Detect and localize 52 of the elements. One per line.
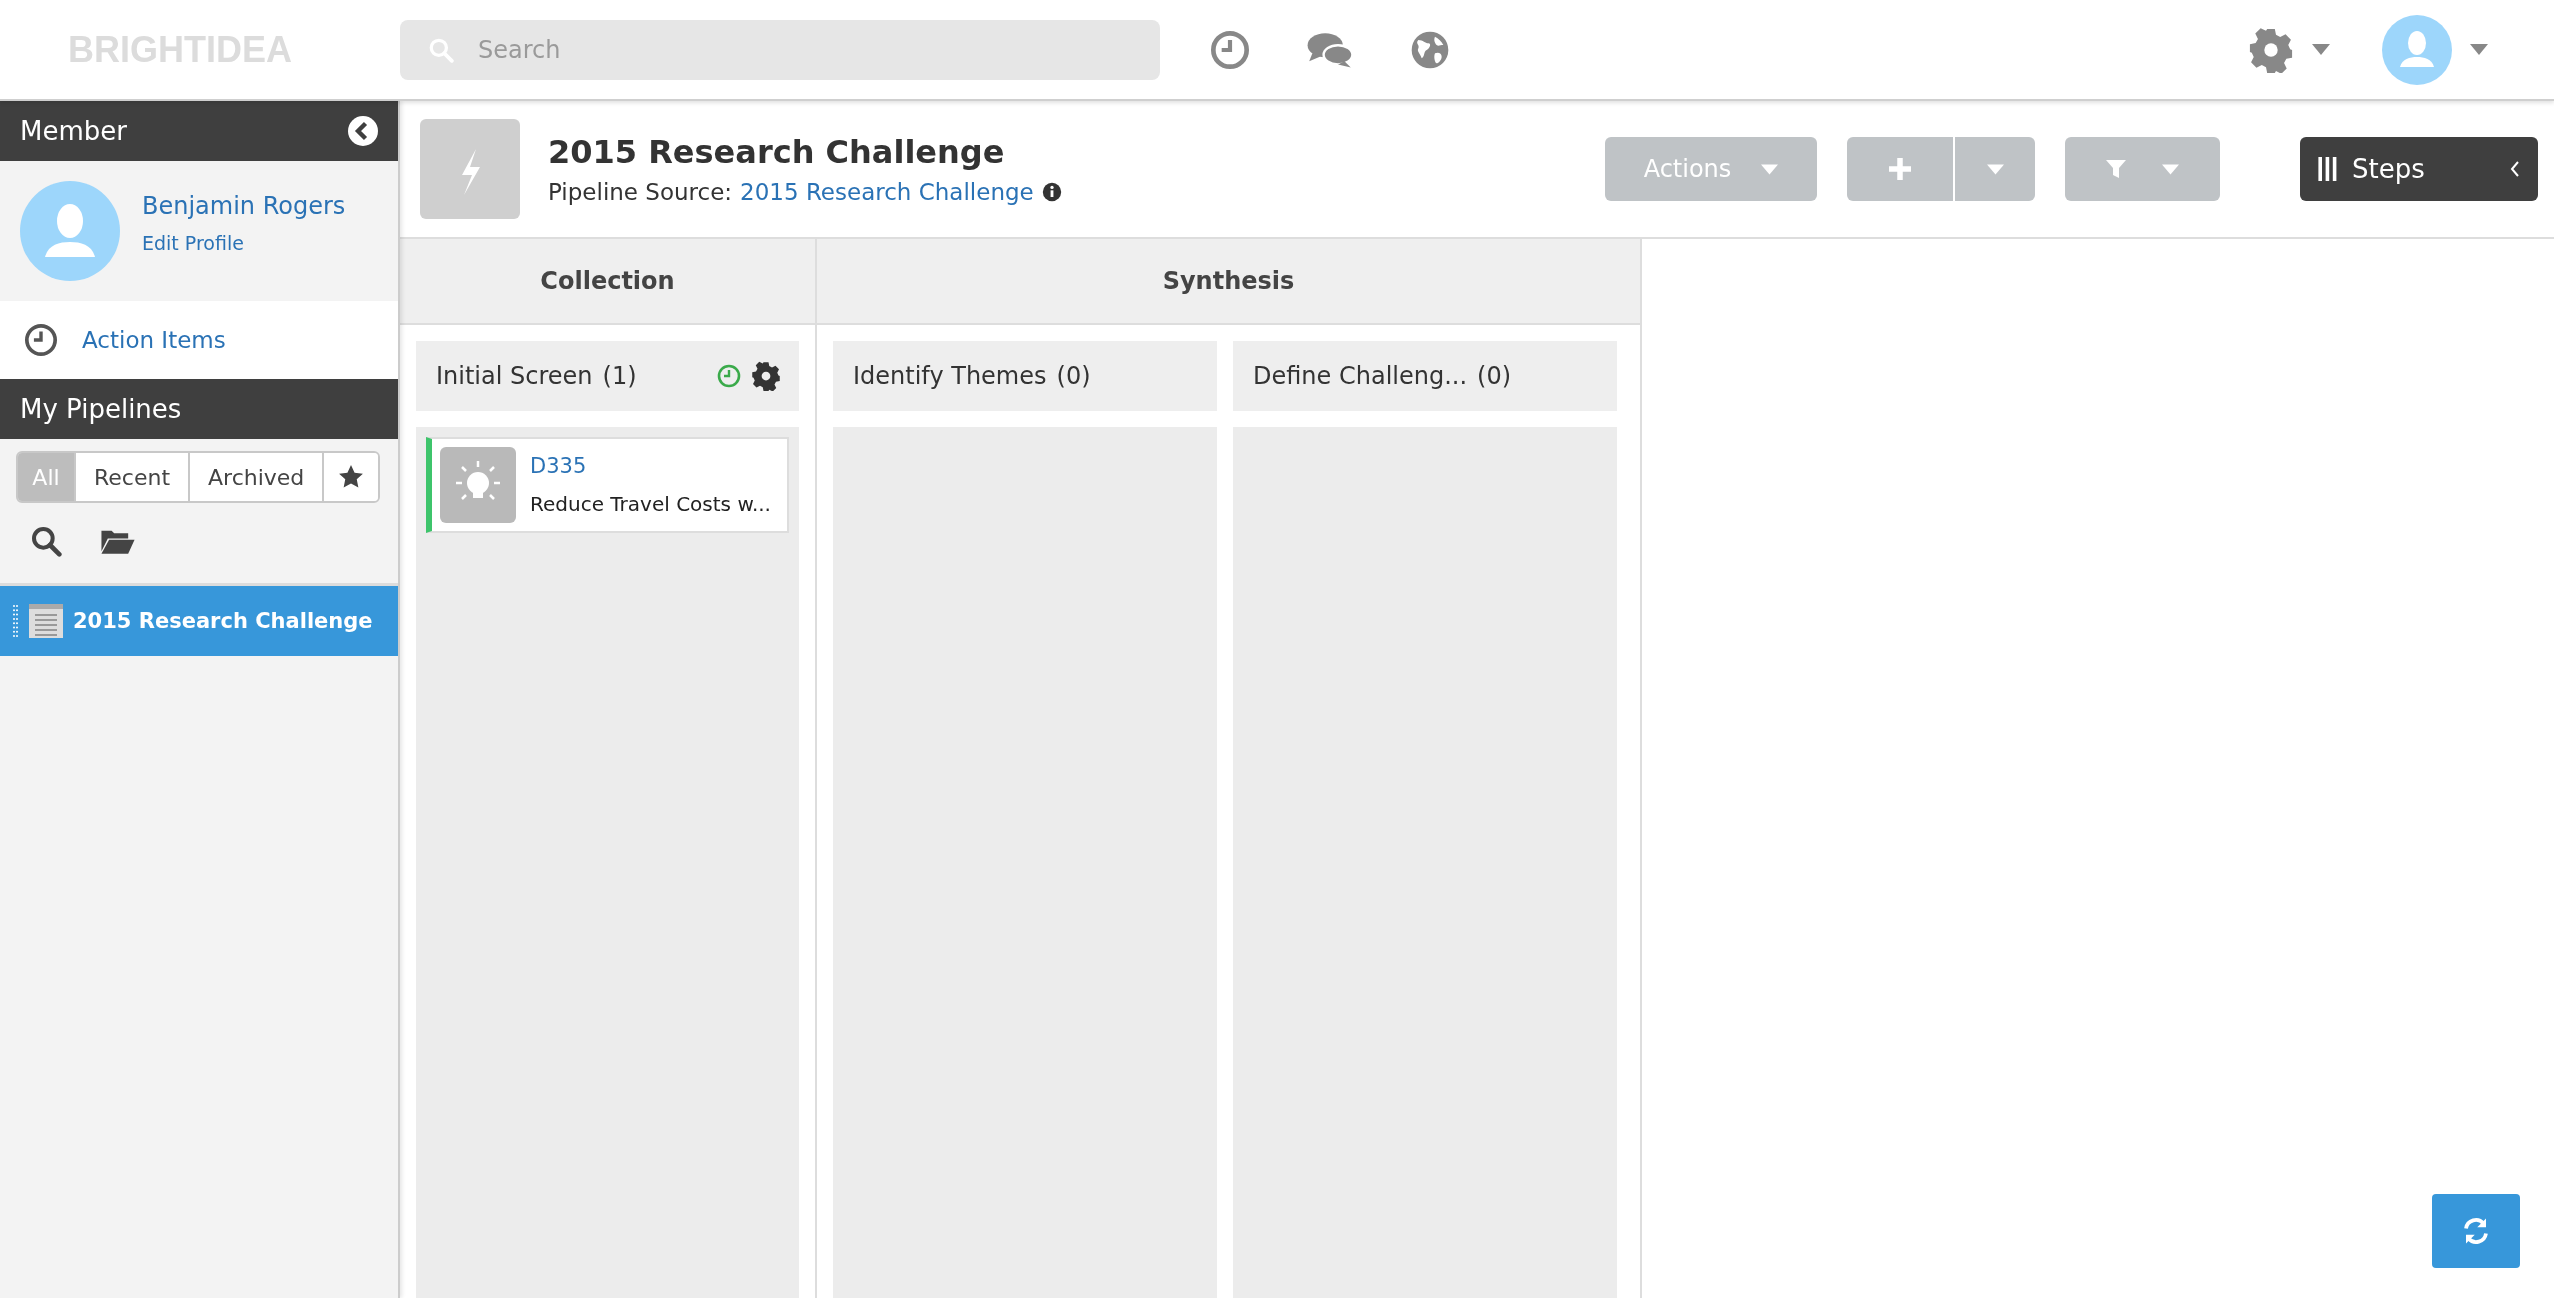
- filter-icon: [2106, 159, 2126, 179]
- stage-count: (0): [1056, 362, 1091, 390]
- source-label: Pipeline Source:: [548, 179, 733, 205]
- collapse-icon[interactable]: [348, 116, 378, 146]
- idea-title: Reduce Travel Costs w...: [530, 492, 771, 516]
- pipelines-heading: My Pipelines: [20, 394, 182, 424]
- steps-button[interactable]: Steps: [2300, 137, 2538, 201]
- pipeline-item[interactable]: 2015 Research Challenge: [0, 583, 398, 656]
- chevron-left-icon: [2510, 161, 2520, 177]
- filter-tab[interactable]: Recent: [74, 453, 189, 501]
- stage-title: Define Challeng...: [1253, 362, 1468, 390]
- caret-icon: [1761, 163, 1779, 175]
- stage-count: (0): [1477, 362, 1512, 390]
- member-name-link[interactable]: Benjamin Rogers: [142, 192, 346, 220]
- favorites-tab[interactable]: [322, 453, 378, 501]
- search-icon[interactable]: [30, 525, 62, 557]
- caret-icon: [2162, 163, 2179, 175]
- lightning-icon: [420, 119, 520, 219]
- add-button[interactable]: [1847, 137, 1953, 201]
- globe-icon[interactable]: [1410, 29, 1450, 70]
- clock-icon[interactable]: [717, 364, 741, 388]
- edit-profile-link[interactable]: Edit Profile: [142, 232, 346, 254]
- lightbulb-icon: [440, 447, 516, 523]
- clock-icon[interactable]: [1210, 29, 1250, 70]
- phase-title: Synthesis: [1162, 267, 1295, 295]
- refresh-icon: [2461, 1216, 2491, 1246]
- drag-handle-icon[interactable]: [12, 604, 19, 638]
- idea-id-link[interactable]: D335: [530, 454, 771, 478]
- stage-count: (1): [602, 362, 637, 390]
- avatar-icon: [20, 181, 120, 281]
- filter-tab[interactable]: Archived: [188, 453, 323, 501]
- phase-title: Collection: [540, 267, 675, 295]
- document-icon: [29, 604, 63, 638]
- star-icon: [338, 464, 365, 490]
- source-link[interactable]: 2015 Research Challenge: [740, 179, 1034, 205]
- info-icon[interactable]: [1041, 182, 1062, 202]
- member-heading: Member: [20, 116, 127, 146]
- stage-title: Initial Screen: [436, 362, 593, 390]
- refresh-button[interactable]: [2432, 1194, 2520, 1268]
- caret-icon[interactable]: [2312, 44, 2330, 55]
- idea-card[interactable]: D335 Reduce Travel Costs w...: [426, 437, 789, 533]
- caret-icon: [1986, 163, 2004, 175]
- pipeline-title: 2015 Research Challenge: [548, 133, 1006, 171]
- clock-icon: [24, 323, 58, 357]
- columns-icon: [2318, 157, 2338, 181]
- plus-icon: [1889, 158, 1911, 180]
- caret-icon[interactable]: [2470, 44, 2488, 55]
- action-items-link[interactable]: Action Items: [82, 327, 226, 353]
- filter-button[interactable]: [2065, 137, 2220, 201]
- stage-title: Identify Themes: [853, 362, 1047, 390]
- search-field[interactable]: Search: [400, 19, 1160, 80]
- settings-icon[interactable]: [751, 361, 781, 391]
